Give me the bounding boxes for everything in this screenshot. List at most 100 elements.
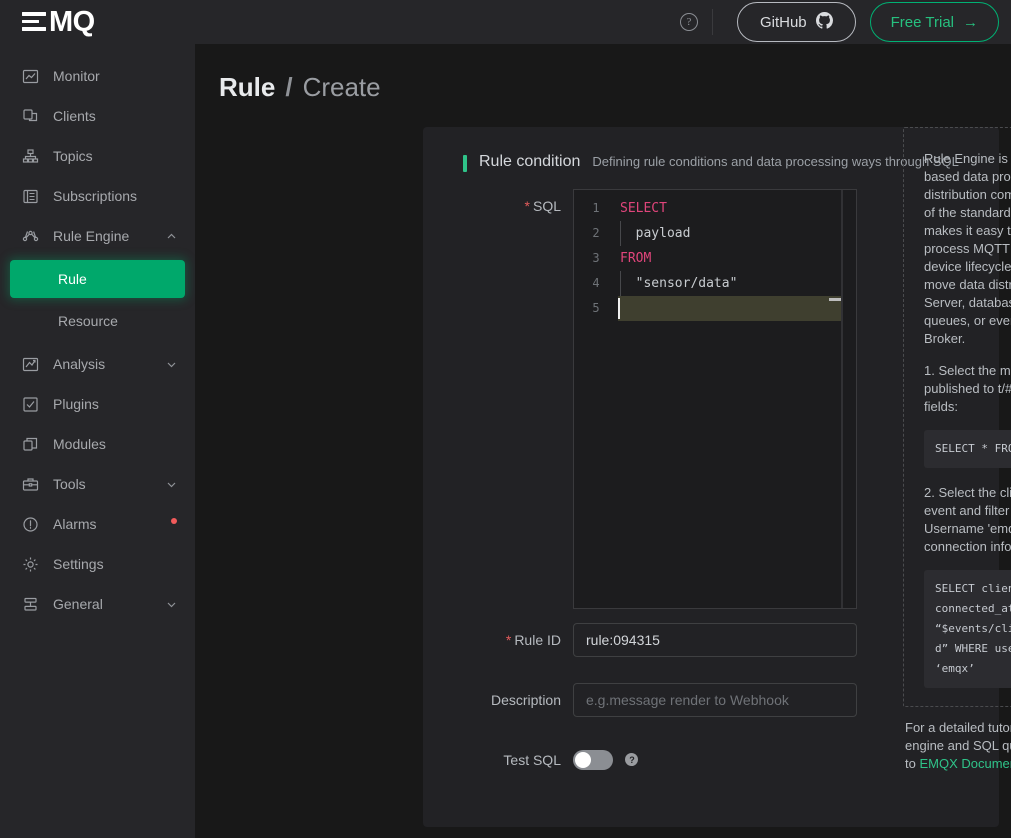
- sidebar-item-label: Tools: [53, 476, 165, 492]
- sidebar-item-clients[interactable]: Clients: [0, 96, 195, 136]
- sidebar-item-alarms[interactable]: Alarms: [0, 504, 195, 544]
- sidebar-subitem-label: Resource: [58, 313, 118, 329]
- rule-create-card: Rule condition Defining rule conditions …: [423, 127, 999, 827]
- github-icon: [816, 12, 833, 33]
- plugins-icon: [22, 396, 39, 413]
- breadcrumb-current: Create: [303, 72, 381, 103]
- topbar: ? GitHub Free Trial →: [195, 0, 1011, 44]
- line-number: 2: [574, 221, 618, 246]
- code-line: FROM: [618, 246, 856, 271]
- help-item2-text: 2. Select the client connected event and…: [924, 484, 1011, 556]
- sidebar-item-plugins[interactable]: Plugins: [0, 384, 195, 424]
- app-root: MQ Monitor Clients Topics: [0, 0, 1011, 838]
- sidebar-subitem-label: Rule: [58, 271, 87, 287]
- section-title: Rule condition: [479, 153, 580, 171]
- emqx-documentation-link[interactable]: EMQX Documentation: [919, 756, 1011, 771]
- breadcrumb-root[interactable]: Rule: [219, 72, 275, 103]
- sql-editor[interactable]: 1 2 3 4 5 SELECT payload FROM "sensor/da…: [573, 189, 857, 609]
- code-line: payload: [618, 221, 856, 246]
- chevron-down-icon: [165, 478, 177, 490]
- logo[interactable]: MQ: [0, 0, 195, 44]
- sidebar-item-subscriptions[interactable]: Subscriptions: [0, 176, 195, 216]
- description-label-text: Description: [491, 692, 561, 708]
- line-number: 1: [574, 196, 618, 221]
- sidebar-item-general[interactable]: General: [0, 584, 195, 624]
- chevron-down-icon: [165, 358, 177, 370]
- chevron-down-icon: [165, 598, 177, 610]
- code-line: SELECT: [618, 196, 856, 221]
- sidebar-item-label: Plugins: [53, 396, 177, 412]
- sql-keyword: FROM: [620, 251, 651, 266]
- line-number: 4: [574, 271, 618, 296]
- sql-text: "sensor/data": [620, 276, 737, 291]
- free-trial-button[interactable]: Free Trial →: [870, 2, 999, 42]
- sidebar-item-modules[interactable]: Modules: [0, 424, 195, 464]
- main-content: ? GitHub Free Trial → Rule / Create Rule…: [195, 0, 1011, 838]
- editor-gutter: 1 2 3 4 5: [574, 190, 618, 608]
- alarms-badge-dot: [171, 518, 177, 524]
- sidebar-item-settings[interactable]: Settings: [0, 544, 195, 584]
- sidebar-item-tools[interactable]: Tools: [0, 464, 195, 504]
- breadcrumb: Rule / Create: [195, 44, 1011, 103]
- indent-guide: [620, 221, 621, 246]
- editor-scrollbar[interactable]: [842, 190, 856, 608]
- rule-id-label: *Rule ID: [423, 623, 573, 657]
- description-input[interactable]: [573, 683, 857, 717]
- rule-engine-help-panel: Rule Engine is the core SQL-based data p…: [903, 127, 1011, 773]
- sidebar-item-resource[interactable]: Resource: [10, 302, 185, 340]
- required-marker: *: [525, 198, 530, 214]
- test-sql-label-text: Test SQL: [503, 752, 561, 768]
- editor-scrollbar-thumb[interactable]: [829, 298, 841, 301]
- sidebar-item-label: Analysis: [53, 356, 165, 372]
- code-line: "sensor/data": [618, 271, 856, 296]
- editor-code-area[interactable]: SELECT payload FROM "sensor/data": [618, 190, 856, 608]
- rule-engine-icon: [22, 228, 39, 245]
- github-button-label: GitHub: [760, 14, 807, 31]
- logo-e-icon: [22, 12, 46, 32]
- sidebar-item-label: Monitor: [53, 68, 177, 84]
- github-button[interactable]: GitHub: [737, 2, 856, 42]
- section-accent-bar: [463, 155, 467, 172]
- sidebar-item-label: Subscriptions: [53, 188, 177, 204]
- indent-guide: [620, 271, 621, 296]
- sidebar: MQ Monitor Clients Topics: [0, 0, 195, 838]
- toggle-knob: [575, 752, 591, 768]
- arrow-right-icon: →: [963, 14, 978, 31]
- breadcrumb-separator: /: [285, 72, 292, 103]
- help-item1-text: 1. Select the messages published to t/# …: [924, 362, 1011, 416]
- topbar-divider: [712, 9, 713, 35]
- help-icon[interactable]: ?: [680, 13, 698, 31]
- sql-label-text: SQL: [533, 198, 561, 214]
- clients-icon: [22, 108, 39, 125]
- sidebar-item-monitor[interactable]: Monitor: [0, 56, 195, 96]
- sidebar-item-label: General: [53, 596, 165, 612]
- required-marker: *: [506, 632, 511, 648]
- description-label: Description: [423, 683, 573, 717]
- sidebar-item-topics[interactable]: Topics: [0, 136, 195, 176]
- sidebar-item-analysis[interactable]: Analysis: [0, 344, 195, 384]
- help-intro-text: Rule Engine is the core SQL-based data p…: [924, 150, 1011, 348]
- monitor-icon: [22, 68, 39, 85]
- rule-id-input[interactable]: [573, 623, 857, 657]
- sql-keyword: SELECT: [620, 201, 667, 216]
- sidebar-item-label: Alarms: [53, 516, 170, 532]
- general-icon: [22, 596, 39, 613]
- code-line-active: [618, 296, 856, 321]
- help-dashed-box: Rule Engine is the core SQL-based data p…: [903, 127, 1011, 707]
- analysis-icon: [22, 356, 39, 373]
- sidebar-item-label: Rule Engine: [53, 228, 165, 244]
- sidebar-item-rule-engine[interactable]: Rule Engine: [0, 216, 195, 256]
- sidebar-nav: Monitor Clients Topics Subscriptions: [0, 44, 195, 838]
- help-item1-code: SELECT * FROM “t/#”: [924, 430, 1011, 468]
- sidebar-item-label: Topics: [53, 148, 177, 164]
- settings-icon: [22, 556, 39, 573]
- sidebar-item-label: Settings: [53, 556, 177, 572]
- tools-icon: [22, 476, 39, 493]
- test-sql-help-icon[interactable]: ?: [625, 753, 638, 766]
- topics-icon: [22, 148, 39, 165]
- sidebar-item-label: Clients: [53, 108, 177, 124]
- test-sql-toggle[interactable]: [573, 750, 613, 770]
- sidebar-item-rule[interactable]: Rule: [10, 260, 185, 298]
- line-number: 3: [574, 246, 618, 271]
- free-trial-label: Free Trial: [891, 14, 954, 31]
